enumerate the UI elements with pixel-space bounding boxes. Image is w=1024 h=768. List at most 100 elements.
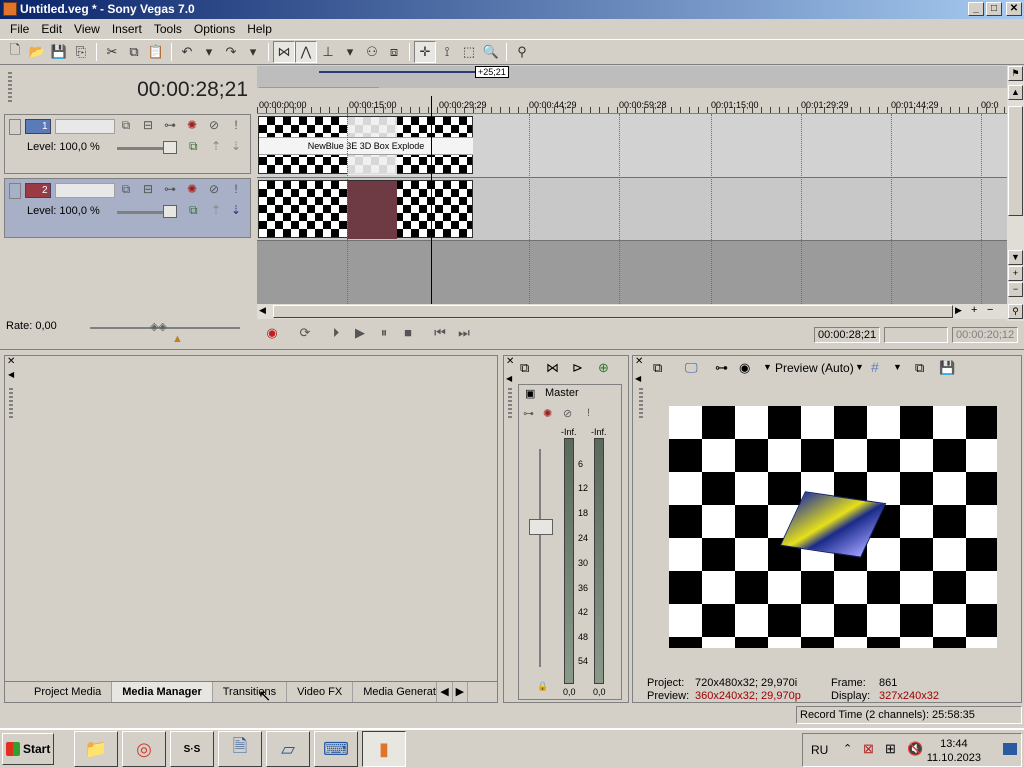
redo-icon[interactable]: ↷	[220, 41, 242, 63]
track-name-field[interactable]	[55, 119, 115, 134]
level-slider-knob[interactable]	[163, 141, 177, 154]
scrollbar-thumb[interactable]	[1008, 106, 1023, 216]
scrollbar-thumb[interactable]	[273, 305, 953, 318]
dim-output-icon[interactable]: ⊳	[572, 360, 583, 376]
minimize-button[interactable]: _	[968, 2, 984, 16]
move-down-icon[interactable]: ⇣	[231, 203, 241, 217]
panel-arrow-icon[interactable]: ◀	[506, 374, 512, 383]
track-1-lane[interactable]: NewBlue 3E 3D Box Explode	[257, 114, 1007, 178]
ignore-grouping-icon[interactable]: ⧈	[383, 41, 405, 63]
panel-arrow-icon[interactable]: ◀	[8, 370, 14, 379]
close-panel-icon[interactable]: ✕	[506, 356, 514, 367]
track-fx-icon[interactable]: ✺	[183, 118, 201, 134]
keyboard-app-icon[interactable]: ⌨	[314, 731, 358, 767]
panel-grip[interactable]	[8, 72, 12, 102]
fader-lock-icon[interactable]: 🔒	[537, 681, 548, 692]
video-track-2-header[interactable]: 2 ⧉ ⊟ ⊶ ✺ ⊘ ! Level: 100,0 % ⧉ ⇡ ⇣	[4, 178, 251, 238]
composite-mode-icon[interactable]: ⧉	[117, 182, 135, 198]
panel-grip[interactable]	[639, 388, 643, 418]
mixer-properties-icon[interactable]: ⧉	[520, 360, 529, 376]
track-minimize-icon[interactable]	[9, 183, 21, 199]
track-2-lane[interactable]	[257, 178, 1007, 241]
composite-mode-icon[interactable]: ⧉	[117, 118, 135, 134]
panel-arrow-icon[interactable]: ◀	[635, 374, 641, 383]
menu-insert[interactable]: Insert	[106, 22, 148, 36]
menu-tools[interactable]: Tools	[148, 22, 188, 36]
envelope-tool-icon[interactable]: ⟟	[436, 41, 458, 63]
tab-media-generators[interactable]: Media Generato	[353, 681, 438, 702]
zoom-in-icon[interactable]: +	[971, 304, 977, 316]
render-icon[interactable]: ⎘	[70, 41, 92, 63]
track-name-field[interactable]	[55, 183, 115, 198]
normal-edit-tool-icon[interactable]: ✛	[414, 41, 436, 63]
time-ruler[interactable]: 00:00:00;00 00:00:15;00 00:00:29;29 00:0…	[257, 88, 1007, 114]
lock-envelopes-icon[interactable]: ⚇	[361, 41, 383, 63]
tabs-scroll-right-icon[interactable]: ▶	[453, 681, 469, 702]
playhead-cursor[interactable]	[431, 96, 432, 304]
track-motion-icon[interactable]: ⊶	[161, 182, 179, 198]
scroll-up-icon[interactable]: ▲	[1008, 85, 1023, 100]
zoom-out-icon[interactable]: −	[1008, 282, 1023, 297]
video-track-1-header[interactable]: 1 ⧉ ⊟ ⊶ ✺ ⊘ ! Level: 100,0 % ⧉ ⇡ ⇣	[4, 114, 251, 174]
language-indicator[interactable]: RU	[811, 743, 828, 757]
sony-vegas-task-icon[interactable]: ▮	[362, 731, 406, 767]
make-compositing-child-icon[interactable]: ⊟	[139, 182, 157, 198]
menu-help[interactable]: Help	[241, 22, 278, 36]
scroll-right-icon[interactable]: ▶	[955, 305, 962, 316]
dropdown-arrow-icon[interactable]: ▼	[855, 362, 864, 372]
close-panel-icon[interactable]: ✕	[7, 356, 15, 367]
save-icon[interactable]: 💾	[48, 41, 70, 63]
bus-mute-icon[interactable]: ⊘	[563, 407, 572, 420]
downmix-icon[interactable]: ⋈	[546, 360, 559, 376]
paste-icon[interactable]: 📋	[145, 41, 167, 63]
menu-view[interactable]: View	[68, 22, 106, 36]
bus-fx-icon[interactable]: ✺	[543, 407, 552, 420]
tab-video-fx[interactable]: Video FX	[287, 681, 354, 702]
show-hidden-icons-icon[interactable]: ⌃	[843, 742, 852, 755]
mute-icon[interactable]: ⊘	[205, 118, 223, 134]
start-button[interactable]: Start	[2, 733, 54, 765]
dropdown-arrow-icon[interactable]: ▾	[339, 41, 361, 63]
go-to-end-icon[interactable]: ⏭	[454, 325, 474, 343]
scroll-down-icon[interactable]: ▼	[1008, 250, 1023, 265]
timeline[interactable]: +25;21 00:00:00;00 00:00:15;00 00:00:29;…	[257, 66, 1007, 304]
preview-quality-dropdown[interactable]: Preview (Auto)	[775, 361, 854, 375]
maximize-button[interactable]: □	[986, 2, 1002, 16]
make-compositing-child-icon[interactable]: ⊟	[139, 118, 157, 134]
video-clip-track-1[interactable]: NewBlue 3E 3D Box Explode	[258, 116, 473, 175]
stop-icon[interactable]: ■	[398, 325, 418, 343]
new-file-icon[interactable]: 🗋	[4, 41, 26, 63]
scroll-left-icon[interactable]: ◀	[259, 305, 266, 316]
current-time-field[interactable]: 00:00:28;21	[814, 327, 880, 343]
zoom-magnifier-icon[interactable]: ⚲	[1008, 304, 1023, 319]
tab-transitions[interactable]: Transitions	[213, 681, 288, 702]
mute-icon[interactable]: ⊘	[205, 182, 223, 198]
dropdown-arrow-icon[interactable]: ▾	[198, 41, 220, 63]
close-button[interactable]: ✕	[1006, 2, 1022, 16]
pause-icon[interactable]: ⏸	[374, 325, 394, 343]
document-app-icon[interactable]: 🗎	[218, 731, 262, 767]
copy-snapshot-icon[interactable]: ⧉	[915, 360, 924, 376]
window-app-icon[interactable]: ▱	[266, 731, 310, 767]
overlays-icon[interactable]: ◉	[739, 360, 750, 376]
snap-icon[interactable]: ⋈	[273, 41, 295, 63]
play-from-start-icon[interactable]: ⏵	[326, 325, 346, 343]
split-screen-icon[interactable]: ⊶	[715, 360, 728, 376]
rate-slider-handle[interactable]: ◈◈	[150, 320, 167, 333]
track-minimize-icon[interactable]	[9, 119, 21, 135]
open-folder-icon[interactable]: 📂	[26, 41, 48, 63]
dropdown-arrow-icon[interactable]: ▾	[242, 41, 264, 63]
chrome-icon[interactable]: ◎	[122, 731, 166, 767]
loop-playback-icon[interactable]: ⟳	[295, 325, 315, 343]
play-icon[interactable]: ▶	[350, 325, 370, 343]
show-desktop-icon[interactable]	[1003, 743, 1017, 755]
whats-this-help-icon[interactable]: ⚲	[511, 41, 533, 63]
save-snapshot-icon[interactable]: 💾	[939, 360, 955, 376]
solo-icon[interactable]: !	[227, 182, 245, 198]
tray-app-icon[interactable]: ⊠	[863, 741, 874, 757]
transition-region[interactable]	[347, 181, 397, 239]
grid-overlay-icon[interactable]: #	[871, 359, 879, 375]
clock[interactable]: 13:44 11.10.2023	[927, 737, 981, 765]
cut-icon[interactable]: ✂	[101, 41, 123, 63]
horizontal-scrollbar[interactable]: ◀ ▶ + −	[257, 304, 1007, 319]
